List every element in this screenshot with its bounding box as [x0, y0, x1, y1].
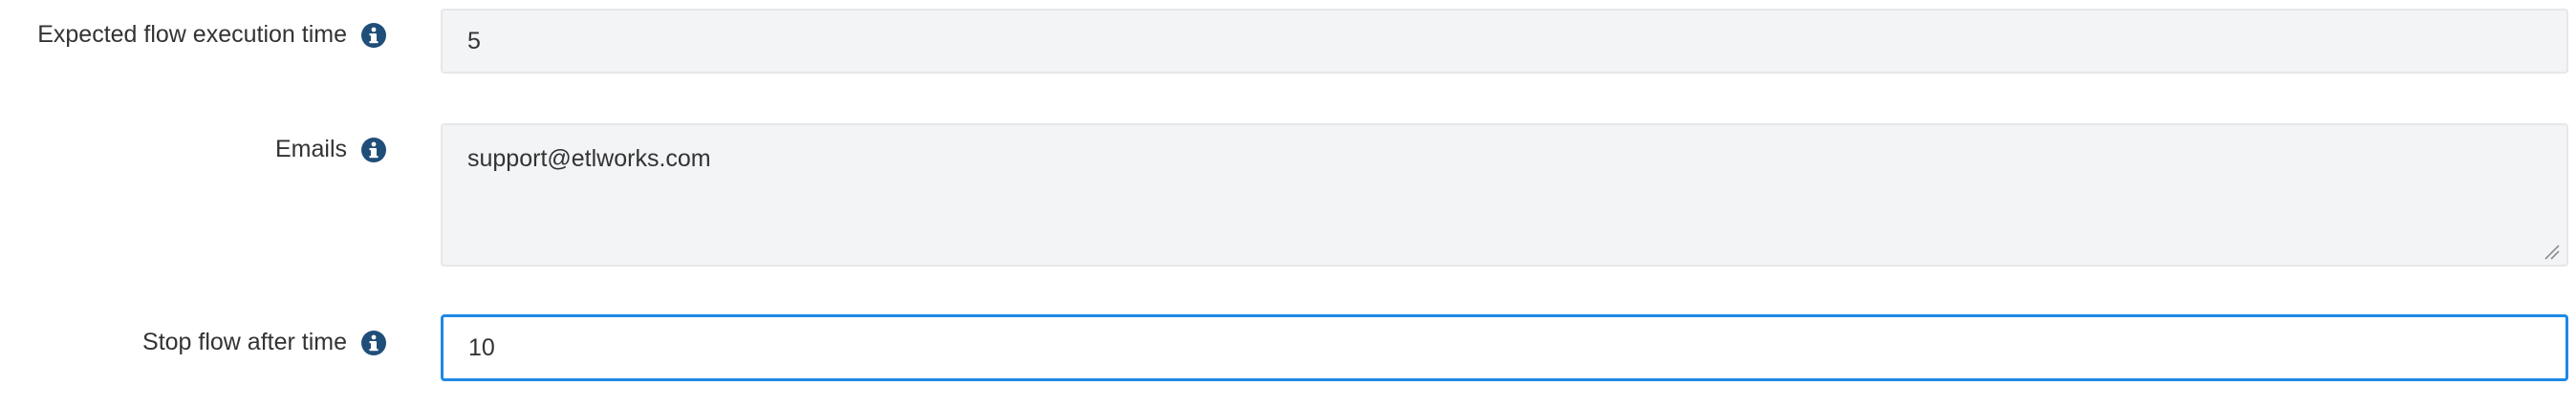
- resize-handle-icon[interactable]: [2542, 242, 2561, 261]
- stop-flow-after-time-input[interactable]: [441, 314, 2568, 381]
- field-label-group: Stop flow after time: [142, 329, 387, 356]
- emails-field-wrapper: support@etlworks.com: [0, 123, 2576, 267]
- emails-textarea[interactable]: support@etlworks.com: [441, 123, 2568, 267]
- field-label-group: Expected flow execution time: [37, 21, 387, 49]
- expected-flow-execution-time-label: Expected flow execution time: [37, 21, 347, 48]
- info-circle-icon[interactable]: [360, 330, 387, 356]
- info-circle-icon[interactable]: [360, 22, 387, 49]
- expected-flow-execution-time-input[interactable]: [441, 9, 2568, 74]
- stop-flow-after-time-label: Stop flow after time: [142, 329, 347, 355]
